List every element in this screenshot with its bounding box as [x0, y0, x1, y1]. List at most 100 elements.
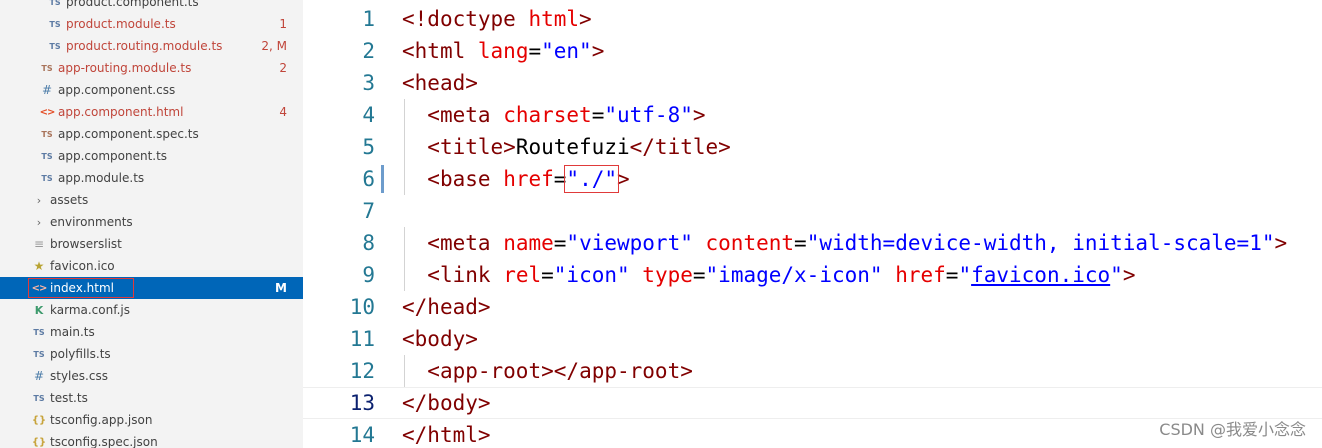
punctuation: <	[427, 103, 440, 127]
file-item[interactable]: # app.component.css	[0, 79, 303, 101]
line-number: 6	[362, 167, 375, 191]
file-item[interactable]: TS app.module.ts	[0, 167, 303, 189]
file-item[interactable]: # styles.css	[0, 365, 303, 387]
code-line: 8 <meta name="viewport" content="width=d…	[303, 227, 1322, 259]
folder-item[interactable]: › assets	[0, 189, 303, 211]
file-item[interactable]: TS product.routing.module.ts 2, M	[0, 35, 303, 57]
punctuation: =	[794, 231, 807, 255]
typescript-file-icon: TS	[33, 327, 45, 337]
typescript-file-icon: TS	[33, 349, 45, 359]
file-name: index.html	[50, 281, 114, 295]
tag-name: doctype	[427, 7, 516, 31]
file-item[interactable]: TS app.component.ts	[0, 145, 303, 167]
file-item[interactable]: TS product.module.ts 1	[0, 13, 303, 35]
chevron-right-icon[interactable]: ›	[31, 216, 47, 229]
folder-item[interactable]: › environments	[0, 211, 303, 233]
file-item[interactable]: {} tsconfig.app.json	[0, 409, 303, 431]
git-status-badge: M	[275, 281, 287, 295]
punctuation: >	[503, 135, 516, 159]
typescript-file-icon: TS	[41, 129, 53, 139]
punctuation: >	[541, 359, 554, 383]
punctuation: >	[465, 71, 478, 95]
highlighted-attribute-value: "./"	[564, 165, 619, 193]
css-file-icon: #	[41, 83, 53, 97]
file-item[interactable]: {} tsconfig.spec.json	[0, 431, 303, 448]
file-link[interactable]: favicon.ico	[971, 263, 1110, 287]
punctuation: <	[402, 327, 415, 351]
tag-name: body	[414, 327, 466, 351]
attribute-value: "width=device-width, initial-scale=1"	[806, 231, 1275, 255]
file-name: app.component.css	[58, 83, 176, 97]
attribute-value: "en"	[541, 39, 592, 63]
attribute-value: "image/x-icon"	[705, 263, 883, 287]
attribute-name: type	[642, 263, 693, 287]
punctuation: >	[591, 39, 605, 63]
file-item[interactable]: ≡ browserslist	[0, 233, 303, 255]
file-name: test.ts	[50, 391, 88, 405]
punctuation: >	[477, 391, 491, 415]
file-item[interactable]: TS app.component.spec.ts	[0, 123, 303, 145]
punctuation: <	[402, 71, 415, 95]
file-item[interactable]: K karma.conf.js	[0, 299, 303, 321]
file-item[interactable]: <> app.component.html 4	[0, 101, 303, 123]
attribute-name: href	[895, 263, 946, 287]
punctuation: </	[402, 295, 428, 319]
line-number: 10	[349, 295, 375, 319]
file-name: tsconfig.spec.json	[50, 435, 158, 448]
text-file-icon: ≡	[33, 237, 45, 251]
punctuation: <	[427, 167, 440, 191]
punctuation: =	[591, 103, 605, 127]
karma-file-icon: K	[34, 303, 44, 317]
file-name: browserslist	[50, 237, 122, 251]
code-line: 11 <body>	[303, 323, 1322, 355]
file-item-selected[interactable]: <> index.html M	[0, 277, 303, 299]
file-item[interactable]: TS app-routing.module.ts 2	[0, 57, 303, 79]
punctuation: =	[528, 39, 542, 63]
punctuation: >	[465, 327, 478, 351]
file-item[interactable]: TS main.ts	[0, 321, 303, 343]
code-line: 7	[303, 195, 1322, 227]
file-item[interactable]: ★ favicon.ico	[0, 255, 303, 277]
code-line: 4 <meta charset="utf-8">	[303, 99, 1322, 131]
typescript-file-icon: TS	[49, 19, 61, 29]
tag-name: title	[654, 135, 719, 159]
typescript-file-icon: TS	[49, 0, 61, 7]
punctuation: "	[958, 263, 972, 287]
tag-name: app-root	[579, 359, 681, 383]
tag-name: body	[427, 391, 478, 415]
punctuation: >	[692, 103, 706, 127]
file-item[interactable]: TS polyfills.ts	[0, 343, 303, 365]
line-number: 9	[362, 263, 375, 287]
file-item[interactable]: TS test.ts	[0, 387, 303, 409]
file-name: app-routing.module.ts	[58, 61, 192, 75]
file-explorer: TS product.component.ts TS product.modul…	[0, 0, 303, 448]
html-file-icon: <>	[39, 106, 56, 118]
punctuation: >	[718, 135, 731, 159]
chevron-right-icon[interactable]: ›	[31, 194, 47, 207]
punctuation: >	[1122, 263, 1136, 287]
file-item[interactable]: TS product.component.ts	[0, 0, 303, 13]
line-number: 11	[349, 327, 375, 351]
code-editor[interactable]: 1 <!doctype html> 2 <html lang="en"> 3 <…	[303, 0, 1322, 448]
typescript-file-icon: TS	[41, 151, 53, 161]
typescript-file-icon: TS	[33, 393, 45, 403]
problem-count-badge: 2	[279, 61, 287, 75]
line-number: 8	[362, 231, 375, 255]
code-line: 3 <head>	[303, 67, 1322, 99]
folder-name: environments	[50, 215, 133, 229]
punctuation: >	[1274, 231, 1288, 255]
file-name: app.component.html	[58, 105, 184, 119]
json-file-icon: {}	[31, 414, 47, 426]
attribute-value: "utf-8"	[604, 103, 693, 127]
line-number: 3	[362, 71, 375, 95]
attribute-name: name	[503, 231, 554, 255]
punctuation: </	[402, 423, 428, 447]
code-line: 6 <base href="./">	[303, 163, 1322, 195]
line-number: 5	[362, 135, 375, 159]
attribute-name: html	[528, 7, 580, 31]
attribute-name: href	[503, 167, 554, 191]
punctuation: >	[579, 7, 592, 31]
